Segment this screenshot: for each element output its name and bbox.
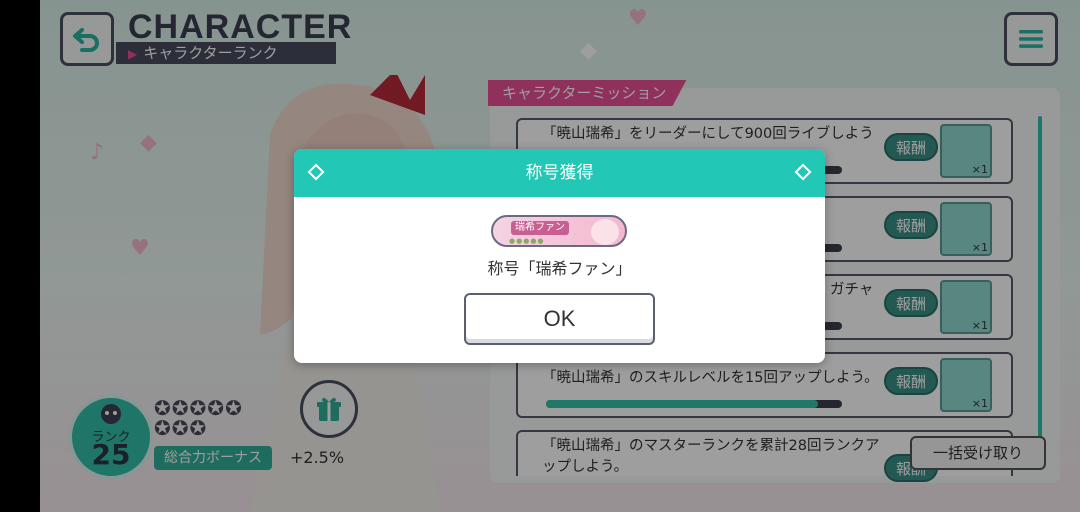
mission-text: 「暁山瑞希」のマスターランクを累計28回ランクアップしよう。 <box>542 438 880 475</box>
mission-scrollbar[interactable] <box>1038 116 1042 448</box>
diamond-deco-icon: ◆ <box>140 130 157 155</box>
diamond-deco-icon: ◆ <box>580 38 597 63</box>
ok-button[interactable]: OK <box>464 293 655 345</box>
mission-progress-bar <box>546 400 842 408</box>
mission-text: 「暁山瑞希」をリーダーにして900回ライブしよう <box>542 126 874 142</box>
page-subtitle: キャラクターランク <box>143 44 278 62</box>
rank-badge: ランク 25 <box>68 394 154 480</box>
back-arrow-icon <box>73 28 99 52</box>
star-icon: ✪ <box>225 396 243 420</box>
title-badge: 瑞希ファン ●●●●● <box>491 215 627 247</box>
rank-panel: ランク 25 ✪✪✪✪✪ ✪✪✪ 総合力ボーナス +2.5% <box>68 380 358 490</box>
badge-dots: ●●●●● <box>509 237 545 245</box>
gift-icon <box>317 397 341 421</box>
medal-icon: ×1 <box>940 124 992 178</box>
mission-text: 「暁山瑞希」のスキルレベルを15回アップしよう。 <box>542 370 879 386</box>
bonus-label: 総合力ボーナス <box>154 446 272 470</box>
character-chibi-icon <box>101 404 121 424</box>
reward-button[interactable]: 報酬 <box>884 133 938 161</box>
menu-button[interactable] <box>1004 12 1058 66</box>
dialog-header: 称号獲得 <box>294 149 825 197</box>
reward-button[interactable]: 報酬 <box>884 367 938 395</box>
page-subtitle-bar: ▶ キャラクターランク <box>116 42 336 64</box>
gift-button[interactable] <box>300 380 358 438</box>
title-acquired-dialog: 称号獲得 瑞希ファン ●●●●● 称号「瑞希ファン」 OK <box>294 149 825 363</box>
mission-tab-label: キャラクターミッション <box>488 80 687 106</box>
reward-count: ×1 <box>971 397 988 410</box>
star-icon: ✪ <box>189 416 208 440</box>
hamburger-menu-icon <box>1019 30 1043 48</box>
reward-button[interactable]: 報酬 <box>884 211 938 239</box>
star-icon: ✪ <box>154 416 172 440</box>
rank-value: 25 <box>91 438 131 471</box>
triangle-right-icon: ▶ <box>128 47 138 61</box>
medal-icon: ×1 <box>940 280 992 334</box>
dialog-message: 称号「瑞希ファン」 <box>487 259 632 278</box>
heart-deco-icon: ♥ <box>628 6 648 31</box>
star-icon: ✪ <box>171 416 190 440</box>
medal-icon: ×1 <box>940 358 992 412</box>
badge-text: 瑞希ファン <box>511 221 569 235</box>
reward-count: ×1 <box>971 241 988 254</box>
reward-count: ×1 <box>971 163 988 176</box>
back-button[interactable] <box>60 12 114 66</box>
bonus-value: +2.5% <box>290 448 345 467</box>
character-face-icon <box>591 219 619 245</box>
star-icon: ✪ <box>207 396 226 420</box>
rank-stars: ✪✪✪✪✪ ✪✪✪ <box>154 398 294 438</box>
heart-deco-icon: ♥ <box>130 236 150 261</box>
reward-button[interactable]: 報酬 <box>884 289 938 317</box>
collect-all-button[interactable]: 一括受け取り <box>910 436 1046 470</box>
music-note-deco-icon: ♪ <box>90 140 105 165</box>
dialog-title: 称号獲得 <box>525 163 594 183</box>
reward-count: ×1 <box>971 319 988 332</box>
medal-icon: ×1 <box>940 202 992 256</box>
